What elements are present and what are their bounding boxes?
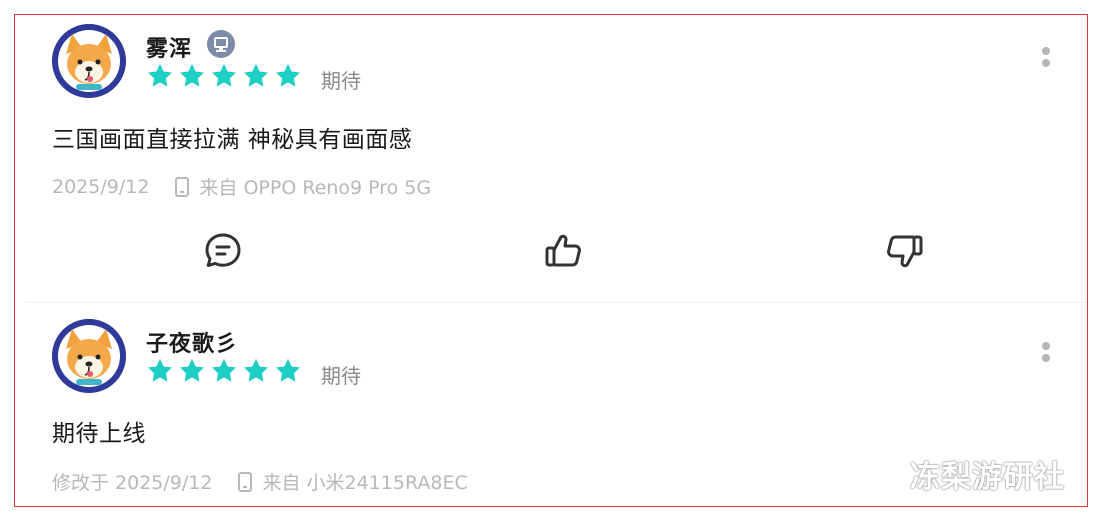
avatar[interactable] xyxy=(52,24,126,98)
watermark: 冻梨游研社 xyxy=(910,460,1065,495)
review-meta: 修改于 2025/9/12 来自 小米24115RA8EC xyxy=(52,468,468,495)
rating-stars xyxy=(146,62,302,90)
more-icon[interactable] xyxy=(1041,342,1051,368)
star-icon xyxy=(243,63,269,87)
phone-icon xyxy=(175,176,190,197)
star-icon xyxy=(275,63,301,87)
review-content: 三国画面直接拉满 神秘具有画面感 xyxy=(52,127,413,153)
device-badge-icon xyxy=(207,30,235,58)
more-icon[interactable] xyxy=(1041,47,1051,73)
username[interactable]: 子夜歌彡 xyxy=(146,326,238,358)
username[interactable]: 雾浑 xyxy=(146,31,192,63)
review-content: 期待上线 xyxy=(52,421,146,447)
review-card: 雾浑 期待 三国画面直接拉满 神秘具有画面感 2025/9/12 来自 OPPO… xyxy=(15,15,1087,303)
review-device: 来自 小米24115RA8EC xyxy=(262,472,468,494)
star-icon xyxy=(211,358,237,382)
phone-icon xyxy=(238,471,253,492)
reviews-panel: 雾浑 期待 三国画面直接拉满 神秘具有画面感 2025/9/12 来自 OPPO… xyxy=(14,14,1088,507)
rating-label: 期待 xyxy=(321,69,361,93)
shiba-avatar-icon xyxy=(52,319,126,393)
shiba-avatar-icon xyxy=(52,24,126,98)
avatar[interactable] xyxy=(52,319,126,393)
rating-stars xyxy=(146,357,302,385)
review-meta: 2025/9/12 来自 OPPO Reno9 Pro 5G xyxy=(52,173,431,200)
star-icon xyxy=(243,358,269,382)
star-icon xyxy=(179,63,205,87)
thumbs-down-icon xyxy=(887,235,923,268)
review-date: 2025/9/12 xyxy=(52,175,150,198)
star-icon xyxy=(147,358,173,382)
comment-icon xyxy=(205,233,241,267)
like-button[interactable] xyxy=(542,229,586,273)
star-icon xyxy=(179,358,205,382)
star-icon xyxy=(275,358,301,382)
star-icon xyxy=(147,63,173,87)
rating-label: 期待 xyxy=(321,364,361,388)
star-icon xyxy=(211,63,237,87)
dislike-button[interactable] xyxy=(882,229,926,273)
review-date: 修改于 2025/9/12 xyxy=(52,472,213,494)
comment-button[interactable] xyxy=(201,229,245,273)
thumbs-up-icon xyxy=(545,234,581,267)
review-device: 来自 OPPO Reno9 Pro 5G xyxy=(199,177,432,199)
review-actions xyxy=(15,229,1087,273)
